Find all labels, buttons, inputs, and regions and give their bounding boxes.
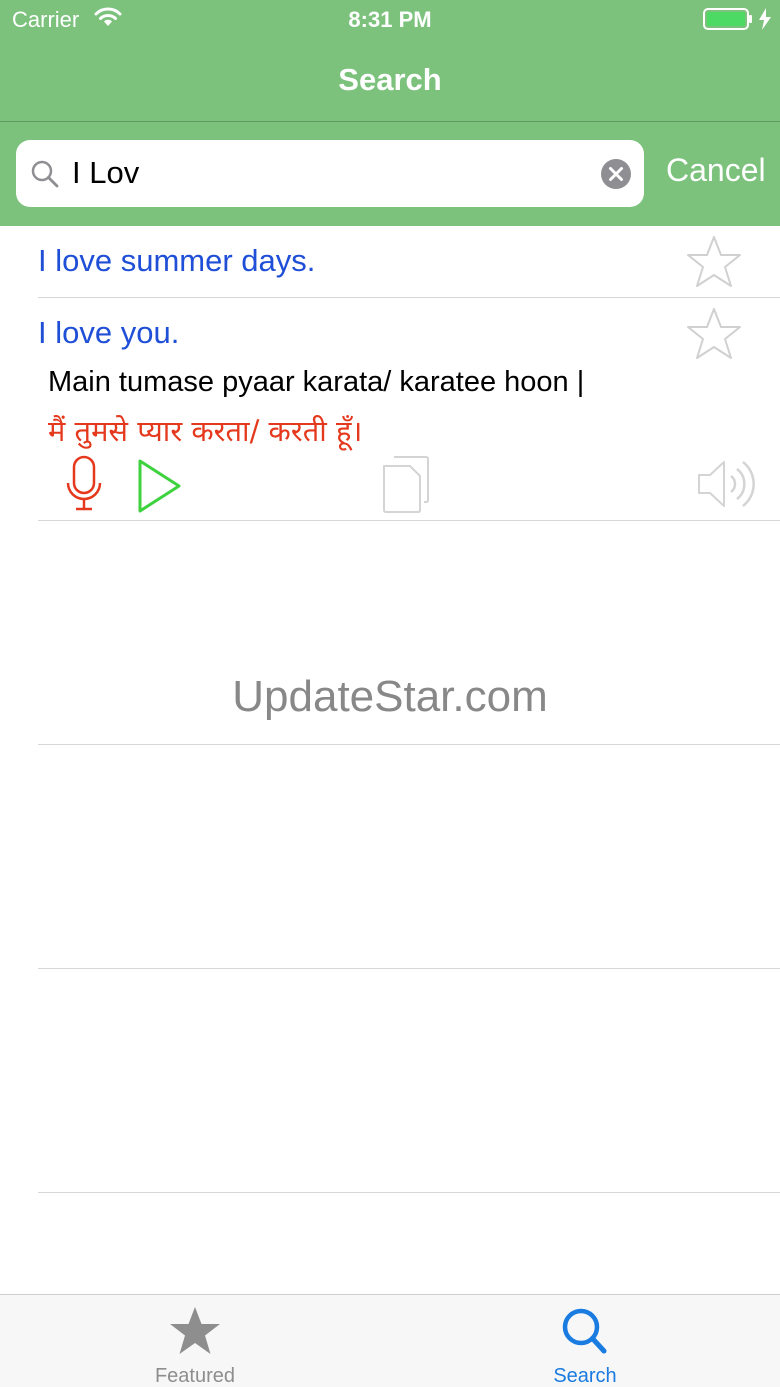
tab-label-search: Search <box>553 1365 617 1387</box>
tab-bar: Featured Search <box>0 1294 780 1387</box>
phrase-label: I love you. <box>38 315 180 350</box>
transliteration-text: Main tumase pyaar karata/ karatee hoon | <box>48 366 585 398</box>
star-icon <box>170 1307 220 1354</box>
row-divider <box>38 744 780 745</box>
search-bar: Cancel <box>0 122 780 226</box>
row-divider <box>38 520 780 521</box>
search-input[interactable] <box>72 151 592 195</box>
clock-label: 8:31 PM <box>348 7 432 32</box>
tab-search[interactable]: Search <box>390 1295 780 1387</box>
page-title: Search <box>338 62 442 97</box>
list-item[interactable]: I love you. Main tumase pyaar karata/ ka… <box>0 298 780 522</box>
clear-text-button[interactable] <box>600 158 632 190</box>
tab-featured[interactable]: Featured <box>0 1295 390 1387</box>
magnifier-icon <box>31 160 59 188</box>
microphone-icon[interactable] <box>64 455 104 515</box>
navigation-bar: Search <box>0 40 780 122</box>
hindi-translation-text: मैं तुमसे प्यार करता/ करती हूँ। <box>48 414 363 448</box>
speaker-icon[interactable] <box>696 456 758 512</box>
favorite-star-icon[interactable] <box>684 234 744 290</box>
watermark: UpdateStar.com <box>232 672 548 721</box>
favorite-star-icon[interactable] <box>684 306 744 362</box>
play-icon[interactable] <box>136 458 184 514</box>
tab-label-featured: Featured <box>154 1365 236 1387</box>
row-divider <box>38 968 780 969</box>
search-icon <box>562 1308 607 1354</box>
copy-icon[interactable] <box>380 454 432 516</box>
search-field[interactable] <box>16 140 644 207</box>
cancel-button[interactable]: Cancel <box>666 152 766 189</box>
status-bar: Carrier 8:31 PM <box>0 0 780 40</box>
battery-icon <box>703 8 752 30</box>
row-divider <box>38 1192 780 1193</box>
list-item[interactable]: I love summer days. <box>0 226 780 298</box>
charging-icon <box>759 8 771 30</box>
phrase-label: I love summer days. <box>38 243 316 278</box>
